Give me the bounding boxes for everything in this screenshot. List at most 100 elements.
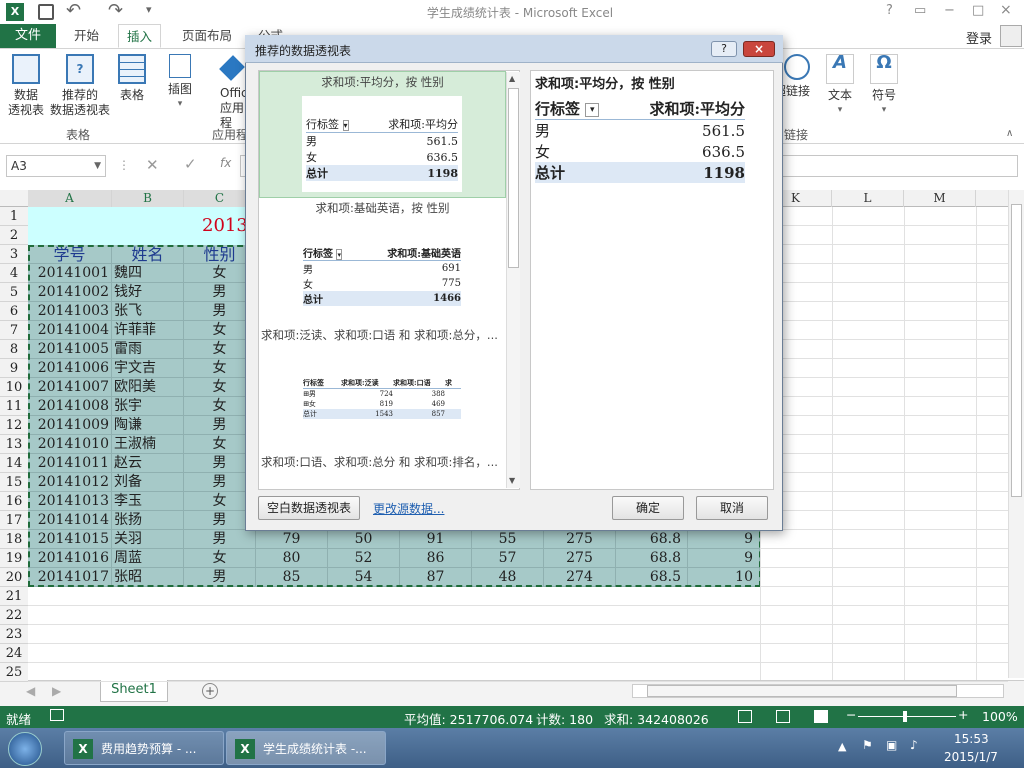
row-header[interactable]: 7 [0, 321, 28, 340]
row-header[interactable]: 17 [0, 511, 28, 530]
name-box[interactable]: A3 ▼ [6, 155, 106, 177]
table-cell[interactable]: 9 [688, 549, 760, 568]
column-header-b[interactable]: B [112, 190, 184, 207]
flag-icon[interactable]: ⚑ [862, 738, 873, 752]
zoom-out-icon[interactable]: − [846, 707, 856, 722]
recommended-pivot-button[interactable]: ? 推荐的 数据透视表 [48, 54, 112, 118]
pivot-table-button[interactable]: 数据 透视表 [4, 54, 48, 118]
symbol-button[interactable]: Ω 符号 ▾ [866, 54, 902, 118]
table-cell[interactable]: 李玉 [112, 492, 184, 511]
table-cell[interactable]: 20141014 [28, 511, 112, 530]
collapse-ribbon-icon[interactable]: ∧ [1006, 128, 1013, 139]
table-cell[interactable]: 50 [328, 530, 400, 549]
table-cell[interactable]: 86 [400, 549, 472, 568]
option-card-4[interactable]: 求和项:口语、求和项:总分 和 求和项:排名，... [259, 452, 506, 488]
row-header[interactable]: 19 [0, 549, 28, 568]
help-button[interactable]: ? [886, 3, 893, 18]
ok-button[interactable]: 确定 [612, 496, 684, 520]
table-cell[interactable]: 20141009 [28, 416, 112, 435]
table-cell[interactable]: 赵云 [112, 454, 184, 473]
table-cell[interactable]: 80 [256, 549, 328, 568]
table-cell[interactable]: 10 [688, 568, 760, 587]
cancel-button[interactable]: 取消 [696, 496, 768, 520]
row-header[interactable]: 10 [0, 378, 28, 397]
taskbar-item-grades[interactable]: X 学生成绩统计表 -... [226, 731, 386, 765]
option-card-1[interactable]: 求和项:平均分，按 性别 行标签 ▾ 求和项:平均分 男 561.5 女 636.5 … [259, 71, 506, 198]
row-header[interactable]: 20 [0, 568, 28, 587]
table-cell[interactable]: 20141010 [28, 435, 112, 454]
add-sheet-icon[interactable]: + [202, 683, 218, 699]
tab-insert[interactable]: 插入 [118, 24, 162, 48]
change-source-link[interactable]: 更改源数据... [373, 500, 444, 517]
table-cell[interactable]: 68.5 [616, 568, 688, 587]
table-cell[interactable]: 91 [400, 530, 472, 549]
table-cell[interactable]: 274 [544, 568, 616, 587]
row-header[interactable]: 4 [0, 264, 28, 283]
scroll-left-icon[interactable]: ◀ [26, 684, 35, 698]
table-cell[interactable]: 男 [184, 568, 256, 587]
row-header[interactable]: 23 [0, 625, 28, 644]
table-cell[interactable]: 宇文吉 [112, 359, 184, 378]
table-cell[interactable]: 87 [400, 568, 472, 587]
table-cell[interactable]: 57 [472, 549, 544, 568]
table-cell[interactable]: 20141004 [28, 321, 112, 340]
table-cell[interactable]: 20141011 [28, 454, 112, 473]
table-cell[interactable]: 钱好 [112, 283, 184, 302]
column-header-m[interactable]: M [904, 190, 976, 207]
page-break-view-icon[interactable] [814, 710, 828, 723]
table-cell[interactable]: 男 [184, 530, 256, 549]
row-header[interactable]: 16 [0, 492, 28, 511]
row-header[interactable]: 5 [0, 283, 28, 302]
cancel-entry-icon[interactable]: ✕ [146, 156, 159, 174]
zoom-slider-thumb[interactable] [903, 711, 907, 722]
table-cell[interactable]: 48 [472, 568, 544, 587]
signin-link[interactable]: 登录 [966, 28, 992, 47]
avatar[interactable] [1000, 25, 1022, 47]
blank-pivot-button[interactable]: 空白数据透视表 [258, 496, 360, 520]
table-cell[interactable]: 20141017 [28, 568, 112, 587]
row-header[interactable]: 9 [0, 359, 28, 378]
tab-file[interactable]: 文件 [0, 24, 56, 48]
tab-home[interactable]: 开始 [66, 24, 107, 48]
option-card-3[interactable]: 求和项:泛读、求和项:口语 和 求和项:总分，... 行标签 求和项:泛读 求和项:… [259, 326, 506, 450]
table-cell[interactable]: 20141012 [28, 473, 112, 492]
table-cell[interactable]: 张飞 [112, 302, 184, 321]
qat-customize-icon[interactable]: ▾ [146, 3, 152, 16]
scroll-up-icon[interactable]: ▲ [509, 74, 515, 83]
row-header[interactable]: 25 [0, 663, 28, 682]
table-cell[interactable]: 79 [256, 530, 328, 549]
table-cell[interactable]: 王淑楠 [112, 435, 184, 454]
table-cell[interactable]: 20141007 [28, 378, 112, 397]
scroll-down-icon[interactable]: ▼ [509, 476, 515, 485]
row-header[interactable]: 18 [0, 530, 28, 549]
illustrations-button[interactable]: 插图 ▾ [164, 54, 196, 112]
table-cell[interactable]: 张昭 [112, 568, 184, 587]
vertical-scrollbar[interactable] [1008, 190, 1024, 678]
row-header[interactable]: 24 [0, 644, 28, 663]
table-cell[interactable]: 刘备 [112, 473, 184, 492]
table-cell[interactable]: 275 [544, 549, 616, 568]
table-cell[interactable]: 20141016 [28, 549, 112, 568]
table-cell[interactable]: 20141015 [28, 530, 112, 549]
scroll-right-icon[interactable]: ▶ [52, 684, 61, 698]
close-button[interactable]: × [1000, 2, 1012, 18]
sheet-tab-sheet1[interactable]: Sheet1 [100, 680, 168, 702]
header-cell[interactable]: 学号 [28, 245, 112, 264]
horizontal-scrollbar[interactable] [632, 684, 1004, 698]
macro-record-icon[interactable] [50, 709, 64, 721]
column-header-l[interactable]: L [832, 190, 904, 207]
column-header-a[interactable]: A [28, 190, 112, 207]
row-header[interactable]: 8 [0, 340, 28, 359]
restore-button[interactable]: □ [972, 3, 984, 18]
redo-icon[interactable]: ↷ [108, 0, 123, 21]
start-button-icon[interactable] [8, 732, 42, 766]
row-header[interactable]: 3 [0, 245, 28, 264]
clock-time[interactable]: 15:53 [954, 732, 989, 746]
row-header[interactable]: 15 [0, 473, 28, 492]
table-cell[interactable]: 20141002 [28, 283, 112, 302]
minimize-button[interactable]: − [944, 3, 955, 18]
table-cell[interactable]: 许菲菲 [112, 321, 184, 340]
table-cell[interactable]: 275 [544, 530, 616, 549]
tray-expand-icon[interactable]: ▲ [838, 740, 846, 753]
insert-function-icon[interactable]: fx [220, 156, 231, 170]
